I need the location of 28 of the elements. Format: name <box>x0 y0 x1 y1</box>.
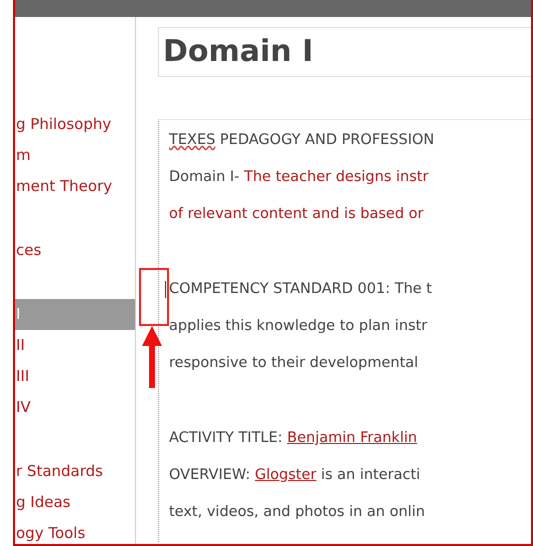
text-line: OVERVIEW: <box>169 467 252 483</box>
sidebar-link[interactable]: g Philosophy <box>15 109 135 140</box>
pointer-arrow <box>142 326 162 388</box>
sidebar-link[interactable]: III <box>15 361 135 392</box>
misspelled-word: TEXES <box>169 132 216 148</box>
sidebar-link[interactable]: II <box>15 330 135 361</box>
highlight-box <box>139 268 169 326</box>
text-line: text, videos, and photos in an onlin <box>169 504 425 520</box>
sidebar-link[interactable]: ment Theory <box>15 171 135 202</box>
text-link[interactable]: Benjamin Franklin <box>287 430 418 446</box>
text-link[interactable]: Glogster <box>254 467 316 483</box>
sidebar-link[interactable]: g Ideas <box>15 487 135 518</box>
sidebar-link[interactable]: IV <box>15 392 135 423</box>
text-line: is an interacti <box>320 467 420 483</box>
text-line: responsive to their developmental <box>169 355 418 371</box>
text-line: Domain I- <box>169 169 240 185</box>
text-line: The teacher designs instr <box>244 169 428 185</box>
text-line: of relevant content and is based or <box>169 206 424 222</box>
text-line: PEDAGOGY AND PROFESSION <box>218 132 434 148</box>
page-title-field[interactable]: Domain I <box>158 27 531 77</box>
text-line: applies this knowledge to plan instr <box>169 318 428 334</box>
sidebar-link[interactable]: m <box>15 140 135 171</box>
text-editor[interactable] <box>158 119 531 542</box>
text-line: COMPETENCY STANDARD 001: The t <box>169 281 432 297</box>
sidebar-link[interactable]: ces <box>15 235 135 266</box>
sidebar-link[interactable]: r Standards <box>15 456 135 487</box>
text-line: ACTIVITY TITLE: <box>169 430 284 446</box>
sidebar-link[interactable]: ogy Tools <box>15 518 135 544</box>
